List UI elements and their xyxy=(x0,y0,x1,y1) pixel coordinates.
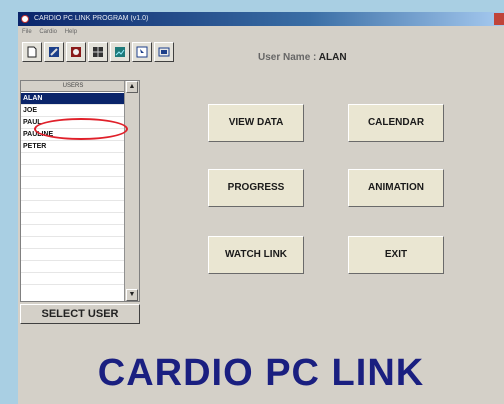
list-item-empty xyxy=(21,201,125,213)
app-window: CARDIO PC LINK PROGRAM (v1.0) File Cardi… xyxy=(18,12,504,404)
chart-icon[interactable] xyxy=(110,42,130,62)
menu-help[interactable]: Help xyxy=(65,29,77,35)
username-label: User Name : xyxy=(258,52,317,63)
brand-title: CARDIO PC LINK xyxy=(97,352,425,394)
menu-file[interactable]: File xyxy=(22,29,32,35)
progress-button[interactable]: PROGRESS xyxy=(208,169,304,207)
username-value: ALAN xyxy=(318,52,347,63)
list-item-empty xyxy=(21,213,125,225)
watch-link-button[interactable]: WATCH LINK xyxy=(208,236,304,274)
list-item-empty xyxy=(21,249,125,261)
title-bar: CARDIO PC LINK PROGRAM (v1.0) xyxy=(18,12,504,26)
selection-highlight-ring xyxy=(34,118,128,140)
heart-monitor-icon[interactable] xyxy=(66,42,86,62)
list-item-empty xyxy=(21,225,125,237)
list-item-peter[interactable]: PETER xyxy=(21,141,125,153)
list-scrollbar[interactable]: ▲ ▼ xyxy=(124,81,139,301)
list-item-empty xyxy=(21,237,125,249)
list-item-empty xyxy=(21,165,125,177)
display-icon[interactable] xyxy=(154,42,174,62)
exit-button[interactable]: EXIT xyxy=(348,236,444,274)
list-item-joe[interactable]: JOE xyxy=(21,105,125,117)
users-header: USERS xyxy=(21,81,125,92)
list-item-empty xyxy=(21,261,125,273)
scroll-down-icon[interactable]: ▼ xyxy=(126,289,138,301)
toolbar: User Name : ALAN xyxy=(18,40,504,66)
view-data-button[interactable]: VIEW DATA xyxy=(208,104,304,142)
users-listbox[interactable]: USERS ALAN JOE PAUL PAULINE PETER ▲ ▼ xyxy=(20,80,140,302)
animation-button[interactable]: ANIMATION xyxy=(348,169,444,207)
menu-cardio[interactable]: Cardio xyxy=(39,29,57,35)
window-title: CARDIO PC LINK PROGRAM (v1.0) xyxy=(34,15,149,22)
new-document-icon[interactable] xyxy=(22,42,42,62)
calendar-button[interactable]: CALENDAR xyxy=(348,104,444,142)
menu-bar: File Cardio Help xyxy=(18,26,504,38)
select-user-button[interactable]: SELECT USER xyxy=(20,304,140,324)
username-display: User Name : ALAN xyxy=(258,52,347,63)
pointer-icon[interactable] xyxy=(132,42,152,62)
list-item-empty xyxy=(21,177,125,189)
scroll-up-icon[interactable]: ▲ xyxy=(126,81,138,93)
grid-icon[interactable] xyxy=(88,42,108,62)
app-icon xyxy=(21,15,29,23)
tools-icon[interactable] xyxy=(44,42,64,62)
list-item-empty xyxy=(21,153,125,165)
close-icon[interactable] xyxy=(494,13,504,25)
list-item-alan[interactable]: ALAN xyxy=(21,93,125,105)
list-item-empty xyxy=(21,189,125,201)
list-item-empty xyxy=(21,273,125,285)
